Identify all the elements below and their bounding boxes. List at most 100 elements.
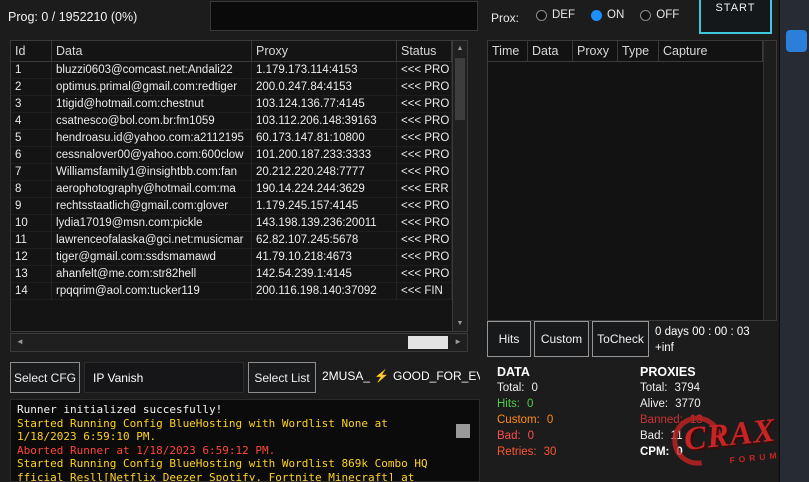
column-header-id[interactable]: Id — [11, 41, 52, 61]
scrollbar-thumb[interactable] — [455, 58, 465, 120]
progress-label: Prog: 0 / 1952210 (0%) — [8, 10, 137, 24]
config-name-box[interactable]: IP Vanish — [84, 362, 244, 393]
column-header-type[interactable]: Type — [618, 41, 659, 61]
column-header-capture[interactable]: Capture — [659, 41, 763, 61]
vertical-scrollbar[interactable] — [763, 41, 776, 320]
vertical-scrollbar[interactable]: ▲ ▼ — [452, 41, 467, 331]
proxy-stats-rows: Total:3794Alive:3770Banned:13Bad:11CPM:0 — [640, 382, 703, 462]
start-button[interactable]: START — [699, 0, 772, 34]
column-header-time[interactable]: Time — [488, 41, 528, 61]
cell-data: ahanfelt@me.com:str82hell — [52, 266, 252, 283]
table-row[interactable]: 5hendroasu.id@yahoo.com:a211219560.173.1… — [11, 130, 452, 147]
select-list-button[interactable]: Select List — [248, 362, 316, 393]
radio-off[interactable]: OFF — [640, 9, 679, 21]
stat-row: Alive: 3770 — [640, 398, 703, 414]
tab-custom[interactable]: Custom — [534, 321, 589, 357]
log-line: Started Running Config BlueHosting with … — [17, 417, 473, 431]
stat-row: Banned:13 — [640, 414, 703, 430]
table-row[interactable]: 1bluzzi0603@comcast.net:Andali221.179.17… — [11, 62, 452, 79]
capture-grid-inner: Time Data Proxy Type Capture — [488, 41, 763, 320]
stat-row: Bad:0 — [497, 430, 556, 446]
stat-label: Retries: — [497, 446, 537, 458]
radio-label: DEF — [552, 9, 575, 21]
stat-label: Bad: — [497, 430, 521, 442]
stat-label: Alive: — [640, 398, 668, 410]
stat-label: Total: — [640, 382, 668, 394]
radio-label: ON — [607, 9, 624, 21]
cell-proxy: 143.198.139.236:20011 — [252, 215, 397, 232]
cell-proxy: 103.124.136.77:4145 — [252, 96, 397, 113]
results-grid: Id Data Proxy Status 1bluzzi0603@comcast… — [10, 40, 468, 332]
scroll-up-icon[interactable]: ▲ — [453, 45, 467, 52]
select-config-button[interactable]: Select CFG — [10, 362, 80, 393]
tab-tocheck[interactable]: ToCheck — [592, 321, 649, 357]
table-row[interactable]: 8aerophotography@hotmail.com:ma190.14.22… — [11, 181, 452, 198]
cell-data: optimus.primal@gmail.com:redtiger — [52, 79, 252, 96]
table-row[interactable]: 10lydia17019@msn.com:pickle143.198.139.2… — [11, 215, 452, 232]
cell-id: 11 — [11, 232, 52, 249]
cell-data: lydia17019@msn.com:pickle — [52, 215, 252, 232]
cell-data: rechtsstaatlich@gmail.com:glover — [52, 198, 252, 215]
cell-data: rpqqrim@aol.com:tucker119 — [52, 283, 252, 300]
stat-value: 0 — [547, 414, 553, 426]
cell-status: <<< PRO — [397, 249, 452, 266]
column-header-proxy[interactable]: Proxy — [573, 41, 618, 61]
stat-row: Retries:30 — [497, 446, 556, 462]
table-row[interactable]: 31tigid@hotmail.com:chestnut103.124.136.… — [11, 96, 452, 113]
column-header-data[interactable]: Data — [52, 41, 252, 61]
table-row[interactable]: 6cessnalover00@yahoo.com:600clow101.200.… — [11, 147, 452, 164]
cell-proxy: 1.179.173.114:4153 — [252, 62, 397, 79]
table-row[interactable]: 14rpqqrim@aol.com:tucker119200.116.198.1… — [11, 283, 452, 300]
cell-id: 7 — [11, 164, 52, 181]
keyword-input[interactable] — [210, 1, 478, 31]
column-header-status[interactable]: Status — [397, 41, 452, 61]
cell-data: cessnalover00@yahoo.com:600clow — [52, 147, 252, 164]
cell-status: <<< FIN — [397, 283, 452, 300]
radio-on[interactable]: ON — [591, 9, 624, 21]
stat-value: 13 — [690, 414, 703, 426]
cell-proxy: 20.212.220.248:7777 — [252, 164, 397, 181]
table-row[interactable]: 7Williamsfamily1@insightbb.com:fan20.212… — [11, 164, 452, 181]
radio-circle-icon — [536, 10, 547, 21]
stat-row: Custom:0 — [497, 414, 556, 430]
cell-status: <<< ERR — [397, 181, 452, 198]
right-dock-strip — [779, 0, 809, 482]
cell-id: 6 — [11, 147, 52, 164]
table-row[interactable]: 11lawrenceofalaska@gci.net:musicmar62.82… — [11, 232, 452, 249]
table-row[interactable]: 9rechtsstaatlich@gmail.com:glover1.179.2… — [11, 198, 452, 215]
column-header-proxy[interactable]: Proxy — [252, 41, 397, 61]
radio-def[interactable]: DEF — [536, 9, 575, 21]
dock-app-icon[interactable] — [786, 30, 807, 52]
stat-value: 0 — [527, 398, 533, 410]
stat-value: 3770 — [675, 398, 701, 410]
log-line: Aborted Runner at 1/18/2023 6:59:12 PM. — [17, 444, 473, 458]
stat-label: Bad: — [640, 430, 664, 442]
cell-id: 5 — [11, 130, 52, 147]
results-grid-inner: Id Data Proxy Status 1bluzzi0603@comcast… — [11, 41, 452, 331]
cell-id: 10 — [11, 215, 52, 232]
stat-row: Bad:11 — [640, 430, 703, 446]
cell-id: 9 — [11, 198, 52, 215]
log-output[interactable]: Runner initialized succesfully!Started R… — [10, 399, 480, 482]
wordlist-name: 2MUSA_ ⚡ GOOD_FOR_EVERY — [322, 369, 480, 383]
cell-status: <<< PRO — [397, 79, 452, 96]
log-line: Started Running Config BlueHosting with … — [17, 457, 473, 471]
table-row[interactable]: 12tiger@gmail.com:ssdsmamawd41.79.10.218… — [11, 249, 452, 266]
table-row[interactable]: 13ahanfelt@me.com:str82hell142.54.239.1:… — [11, 266, 452, 283]
cell-data: csatnesco@bol.com.br:fm1059 — [52, 113, 252, 130]
cell-status: <<< PRO — [397, 232, 452, 249]
proxy-mode-radios: DEF ON OFF — [536, 9, 679, 21]
log-scrollbar-thumb[interactable] — [456, 424, 470, 438]
scroll-left-icon[interactable]: ◄ — [16, 337, 24, 346]
stat-row: Hits:0 — [497, 398, 556, 414]
column-header-data[interactable]: Data — [528, 41, 573, 61]
tab-hits[interactable]: Hits — [487, 321, 531, 357]
proxy-mode-label: Prox: — [491, 11, 519, 25]
table-row[interactable]: 2optimus.primal@gmail.com:redtiger200.0.… — [11, 79, 452, 96]
table-row[interactable]: 4csatnesco@bol.com.br:fm1059103.112.206.… — [11, 113, 452, 130]
scroll-down-icon[interactable]: ▼ — [453, 320, 467, 327]
scroll-right-icon[interactable]: ► — [454, 337, 462, 346]
horizontal-scrollbar[interactable]: ◄ ► — [10, 333, 468, 352]
cell-status: <<< PRO — [397, 198, 452, 215]
scrollbar-thumb[interactable] — [408, 336, 448, 349]
